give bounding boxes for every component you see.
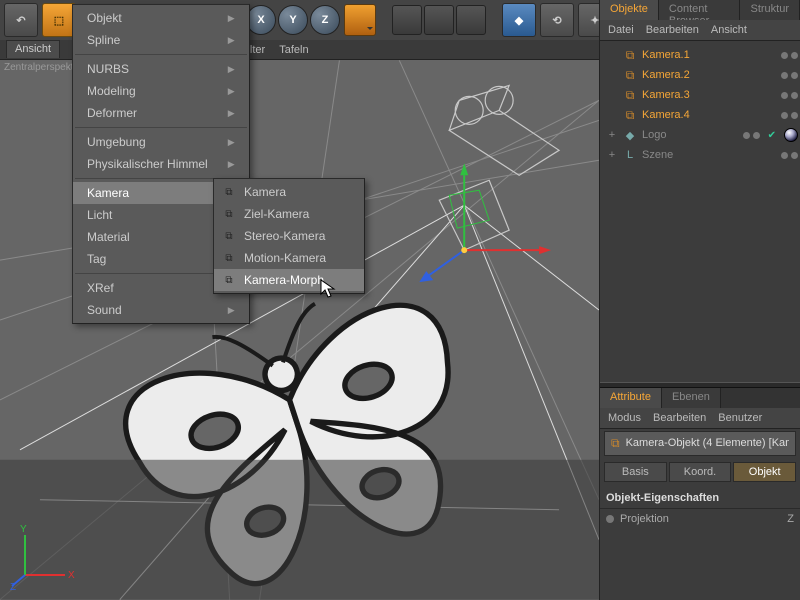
right-panel: Objekte Content Browser Struktur Datei B… bbox=[599, 0, 800, 600]
menu-item-sound[interactable]: Sound▶ bbox=[73, 299, 249, 321]
camera-icon: ⧉ bbox=[611, 436, 620, 451]
null-icon: ◆ bbox=[622, 128, 638, 142]
viewport-menu-tafeln[interactable]: Tafeln bbox=[279, 44, 308, 56]
tab-ebenen[interactable]: Ebenen bbox=[662, 388, 721, 408]
tree-item-label: Logo bbox=[642, 129, 739, 141]
undo-button[interactable]: ↶ bbox=[4, 3, 38, 37]
camera-icon: ⧉ bbox=[220, 228, 238, 244]
menu-item-objekt[interactable]: Objekt▶ bbox=[73, 7, 249, 29]
tab-struktur[interactable]: Struktur bbox=[740, 0, 800, 20]
tree-item-label: Szene bbox=[642, 149, 777, 161]
camera-icon: ⧉ bbox=[622, 108, 638, 122]
submenu-item-kamera[interactable]: ⧉Kamera bbox=[214, 181, 364, 203]
camera-icon: ⧉ bbox=[622, 48, 638, 62]
attribute-manager: Attribute Ebenen Modus Bearbeiten Benutz… bbox=[600, 388, 800, 600]
axis-z-label: Z bbox=[10, 582, 16, 590]
obj-menu-datei[interactable]: Datei bbox=[608, 24, 634, 36]
camera-icon: ⧉ bbox=[220, 250, 238, 266]
prop-projektion-row: Projektion Z bbox=[600, 509, 800, 529]
expand-toggle[interactable]: + bbox=[606, 149, 618, 161]
primitive-cube-button[interactable] bbox=[344, 4, 376, 36]
attr-menu-modus[interactable]: Modus bbox=[608, 412, 641, 424]
tab-content-browser[interactable]: Content Browser bbox=[659, 0, 741, 20]
visibility-dots[interactable] bbox=[781, 152, 798, 159]
axis-x-label: X bbox=[68, 570, 75, 581]
scene-icon: L bbox=[622, 148, 638, 162]
visibility-dots[interactable] bbox=[781, 52, 798, 59]
tree-item-label: Kamera.1 bbox=[642, 49, 777, 61]
menu-item-physikalischer-himmel[interactable]: Physikalischer Himmel▶ bbox=[73, 153, 249, 175]
render-view-button[interactable] bbox=[392, 5, 422, 35]
attr-tab-basis[interactable]: Basis bbox=[604, 462, 667, 482]
tree-item-label: Kamera.2 bbox=[642, 69, 777, 81]
camera-icon: ⧉ bbox=[220, 206, 238, 222]
object-tree[interactable]: ⧉ Kamera.1 ⧉ Kamera.2 ⧉ Kamera.3 ⧉ Kamera.4 + ◆ Lo… bbox=[600, 41, 800, 169]
tree-row-kamera-4[interactable]: ⧉ Kamera.4 bbox=[602, 105, 798, 125]
menu-item-nurbs[interactable]: NURBS▶ bbox=[73, 58, 249, 80]
camera-icon: ⧉ bbox=[622, 88, 638, 102]
menu-item-umgebung[interactable]: Umgebung▶ bbox=[73, 131, 249, 153]
tree-row-logo[interactable]: + ◆ Logo ✔ bbox=[602, 125, 798, 145]
prop-projektion-value[interactable]: Z bbox=[787, 513, 794, 525]
tree-row-szene[interactable]: + L Szene bbox=[602, 145, 798, 165]
axis-z-button[interactable]: Z bbox=[310, 5, 340, 35]
prop-projektion-label: Projektion bbox=[620, 513, 669, 525]
menu-item-deformer[interactable]: Deformer▶ bbox=[73, 102, 249, 124]
obj-menu-bearbeiten[interactable]: Bearbeiten bbox=[646, 24, 699, 36]
visibility-dots[interactable] bbox=[781, 92, 798, 99]
menu-item-spline[interactable]: Spline▶ bbox=[73, 29, 249, 51]
snap-button[interactable]: ⟲ bbox=[540, 3, 574, 37]
camera-icon: ⧉ bbox=[220, 184, 238, 200]
attr-tab-koord[interactable]: Koord. bbox=[669, 462, 732, 482]
tab-objekte[interactable]: Objekte bbox=[600, 0, 659, 20]
obj-menu-ansicht[interactable]: Ansicht bbox=[711, 24, 747, 36]
axis-gizmo: X Y Z bbox=[10, 520, 80, 590]
tree-row-kamera-2[interactable]: ⧉ Kamera.2 bbox=[602, 65, 798, 85]
render-settings-button[interactable] bbox=[424, 5, 454, 35]
submenu-item-stereo-kamera[interactable]: ⧉Stereo-Kamera bbox=[214, 225, 364, 247]
attr-header: ⧉ Kamera-Objekt (4 Elemente) [Kamera] bbox=[604, 431, 796, 456]
tree-row-kamera-1[interactable]: ⧉ Kamera.1 bbox=[602, 45, 798, 65]
axis-lock-group: X Y Z bbox=[246, 5, 340, 35]
attr-tab-objekt[interactable]: Objekt bbox=[733, 462, 796, 482]
submenu-item-motion-kamera[interactable]: ⧉Motion-Kamera bbox=[214, 247, 364, 269]
prop-bullet-icon bbox=[606, 515, 614, 523]
visibility-dots[interactable] bbox=[781, 72, 798, 79]
attr-section-title: Objekt-Eigenschaften bbox=[600, 488, 800, 509]
polygon-tool-button[interactable]: ◆ bbox=[502, 3, 536, 37]
axis-x-button[interactable]: X bbox=[246, 5, 276, 35]
visibility-dots[interactable] bbox=[743, 132, 760, 139]
submenu-item-ziel-kamera[interactable]: ⧉Ziel-Kamera bbox=[214, 203, 364, 225]
material-tag-icon[interactable] bbox=[784, 128, 798, 142]
object-manager-tabs: Objekte Content Browser Struktur bbox=[600, 0, 800, 20]
tab-attribute[interactable]: Attribute bbox=[600, 388, 662, 408]
attr-menu-benutzer[interactable]: Benutzer bbox=[718, 412, 762, 424]
attr-subtabs: Basis Koord. Objekt bbox=[604, 462, 796, 482]
attr-header-label: Kamera-Objekt (4 Elemente) [Kamera] bbox=[626, 437, 789, 449]
tree-item-label: Kamera.3 bbox=[642, 89, 777, 101]
check-icon: ✔ bbox=[768, 130, 776, 141]
attr-menubar: Modus Bearbeiten Benutzer bbox=[600, 408, 800, 429]
expand-toggle[interactable]: + bbox=[606, 129, 618, 141]
visibility-dots[interactable] bbox=[781, 112, 798, 119]
axis-y-button[interactable]: Y bbox=[278, 5, 308, 35]
tool-live-select[interactable]: ⬚ bbox=[42, 3, 76, 37]
submenu-item-kamera-morph[interactable]: ⧉Kamera-Morph bbox=[214, 269, 364, 291]
attr-menu-bearbeiten[interactable]: Bearbeiten bbox=[653, 412, 706, 424]
kamera-submenu[interactable]: ⧉Kamera⧉Ziel-Kamera⧉Stereo-Kamera⧉Motion… bbox=[213, 178, 365, 294]
camera-icon: ⧉ bbox=[622, 68, 638, 82]
menu-item-modeling[interactable]: Modeling▶ bbox=[73, 80, 249, 102]
axis-y-label: Y bbox=[20, 524, 27, 535]
tree-item-label: Kamera.4 bbox=[642, 109, 777, 121]
camera-icon: ⧉ bbox=[220, 272, 238, 288]
viewport-tab-ansicht[interactable]: Ansicht bbox=[6, 40, 60, 58]
render-queue-button[interactable] bbox=[456, 5, 486, 35]
object-manager-menubar: Datei Bearbeiten Ansicht bbox=[600, 20, 800, 41]
tree-row-kamera-3[interactable]: ⧉ Kamera.3 bbox=[602, 85, 798, 105]
